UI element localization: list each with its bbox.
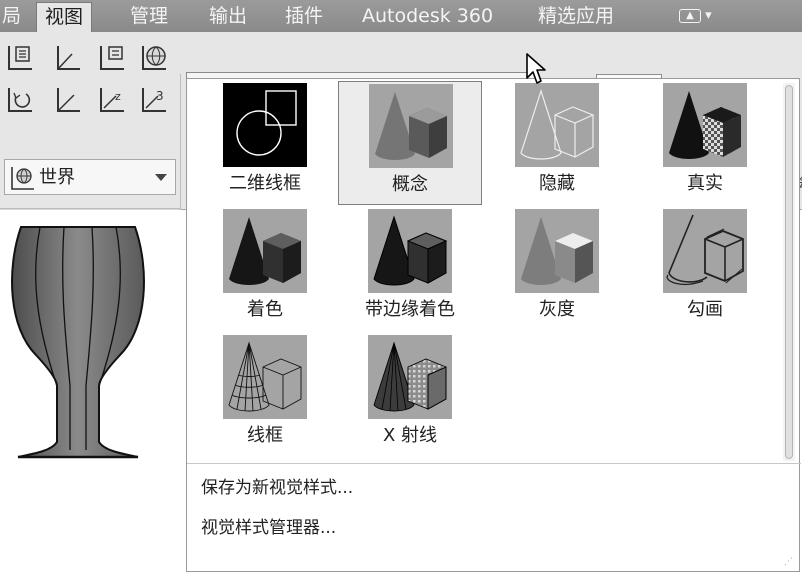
- tab-plugins[interactable]: 插件: [285, 0, 323, 32]
- gallery-item-wireframe[interactable]: 线框: [193, 333, 337, 457]
- dropdown-arrow-icon: ▲: [679, 8, 701, 23]
- gallery-item-label: 勾画: [687, 299, 723, 320]
- visual-styles-manager-item[interactable]: 视觉样式管理器...: [201, 515, 336, 541]
- ucs-object-icon[interactable]: [96, 42, 128, 74]
- chevron-down-icon: [155, 174, 167, 181]
- tab-output[interactable]: 输出: [209, 0, 247, 32]
- realistic-icon: [663, 83, 747, 167]
- goblet-model: [11, 226, 145, 459]
- svg-text:z: z: [115, 90, 121, 103]
- shades-of-gray-icon: [515, 209, 599, 293]
- tab-manage[interactable]: 管理: [130, 0, 168, 32]
- gallery-item-label: 隐藏: [539, 173, 575, 194]
- shaded-icon: [223, 209, 307, 293]
- gallery-item-label: 线框: [247, 425, 283, 446]
- x-ray-icon: [368, 335, 452, 419]
- ucs-world-globe-icon[interactable]: [138, 42, 170, 74]
- ucs-z-axis-icon[interactable]: z: [96, 84, 128, 116]
- visual-style-gallery: 二维线框 概念 隐藏 真实 着色 带边缘着色 灰度 勾画 线框 X 射线: [187, 79, 783, 461]
- gallery-item-label: 着色: [247, 299, 283, 320]
- menu-divider: [187, 463, 801, 464]
- gallery-item-shaded[interactable]: 着色: [193, 207, 337, 331]
- sketchy-icon: [663, 209, 747, 293]
- gallery-item-label: 二维线框: [229, 173, 301, 194]
- tab-view[interactable]: 视图: [36, 2, 93, 33]
- ucs-view-icon[interactable]: [4, 42, 36, 74]
- gallery-item-shaded-with-edges[interactable]: 带边缘着色: [338, 207, 482, 331]
- gallery-item-x-ray[interactable]: X 射线: [338, 333, 482, 457]
- ribbon-tab-bar: 局 视图 管理 输出 插件 Autodesk 360 精选应用 ▲ ▾: [0, 0, 802, 33]
- svg-text:3: 3: [156, 89, 164, 103]
- shaded-with-edges-icon: [368, 209, 452, 293]
- scrollbar-thumb[interactable]: [785, 85, 793, 459]
- gallery-item-2d-wireframe[interactable]: 二维线框: [193, 81, 337, 205]
- gallery-item-label: 带边缘着色: [365, 299, 455, 320]
- gallery-item-label: 灰度: [539, 299, 575, 320]
- visual-style-gallery-dropdown: 二维线框 概念 隐藏 真实 着色 带边缘着色 灰度 勾画 线框 X 射线 保存为…: [186, 78, 801, 572]
- gallery-item-hidden[interactable]: 隐藏: [485, 81, 629, 205]
- tab-autodesk-360[interactable]: Autodesk 360: [362, 0, 493, 32]
- tab-featured-apps[interactable]: 精选应用: [538, 0, 614, 32]
- conceptual-icon: [369, 84, 453, 168]
- ribbon-overflow-button[interactable]: ▲ ▾: [679, 6, 725, 26]
- ucs-world-value: 世界: [39, 167, 75, 188]
- resize-grip-icon[interactable]: ⋰: [784, 557, 793, 567]
- hidden-icon: [515, 83, 599, 167]
- world-globe-icon: [11, 167, 34, 190]
- gallery-item-sketchy[interactable]: 勾画: [633, 207, 777, 331]
- ucs-x-rotate-icon[interactable]: [52, 84, 84, 116]
- tab-layout[interactable]: 局: [2, 0, 21, 32]
- gallery-item-label: 概念: [392, 174, 428, 195]
- gallery-item-label: 真实: [687, 173, 723, 194]
- ucs-previous-icon[interactable]: [4, 84, 36, 116]
- ucs-world-select[interactable]: 世界: [4, 159, 176, 195]
- ucs-origin-icon[interactable]: [52, 42, 84, 74]
- gallery-scrollbar[interactable]: [783, 83, 795, 461]
- save-as-new-visual-style-item[interactable]: 保存为新视觉样式...: [201, 475, 353, 501]
- ucs-3point-icon[interactable]: 3: [138, 84, 170, 116]
- gallery-item-realistic[interactable]: 真实: [633, 81, 777, 205]
- gallery-item-label: X 射线: [382, 425, 438, 446]
- wireframe-icon: [223, 335, 307, 419]
- 2d-wireframe-icon: [223, 83, 307, 167]
- mouse-pointer-icon: [526, 53, 546, 84]
- gallery-item-conceptual[interactable]: 概念: [338, 81, 482, 205]
- gallery-item-shades-of-gray[interactable]: 灰度: [485, 207, 629, 331]
- drawing-canvas[interactable]: [0, 210, 186, 576]
